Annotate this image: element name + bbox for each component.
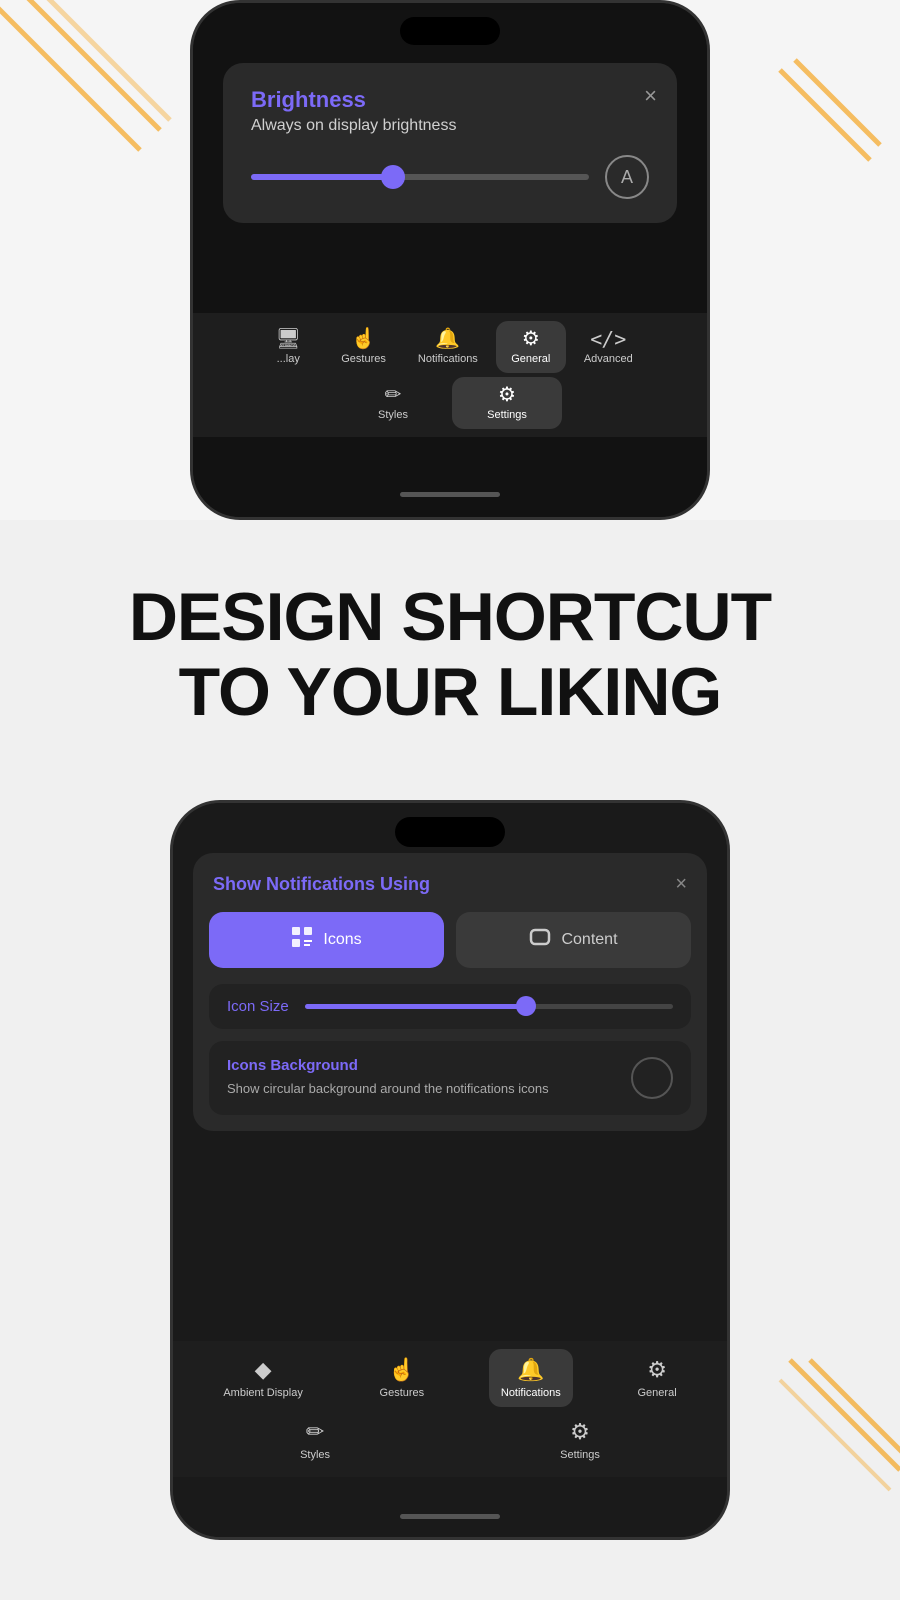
toggle-buttons-row: Icons Content — [193, 912, 707, 984]
icons-toggle-label: Icons — [323, 931, 361, 949]
content-toggle-label: Content — [561, 931, 617, 949]
general-icon: ⚙ — [522, 329, 540, 349]
btab-styles-icon: ✏ — [306, 1419, 324, 1445]
middle-section: DESIGN SHORTCUT TO YOUR LIKING — [0, 520, 900, 780]
icons-bg-left: Icons Background Show circular backgroun… — [227, 1057, 619, 1098]
brightness-dialog: Brightness Always on display brightness … — [223, 63, 677, 223]
btab-general-icon: ⚙ — [647, 1357, 667, 1383]
icon-size-label: Icon Size — [227, 998, 289, 1015]
brightness-title: Brightness — [251, 87, 649, 113]
tab-advanced[interactable]: </> Advanced — [570, 321, 647, 373]
icons-toggle-button[interactable]: Icons — [209, 912, 444, 968]
tab-row-2: ✏ Styles ⚙ Settings — [193, 373, 707, 433]
icons-bg-title: Icons Background — [227, 1057, 619, 1074]
advanced-icon: </> — [590, 329, 626, 349]
tab-display[interactable]: 🖥 ...lay — [253, 321, 323, 373]
brightness-slider-container: A — [251, 155, 649, 199]
btab-settings-icon: ⚙ — [570, 1419, 590, 1445]
icons-bg-description: Show circular background around the noti… — [227, 1080, 619, 1098]
icon-size-slider[interactable] — [305, 1004, 673, 1009]
ambient-display-label: Ambient Display — [223, 1387, 302, 1399]
icons-bg-toggle[interactable] — [631, 1057, 673, 1099]
styles-label: Styles — [378, 409, 408, 421]
icons-background-row: Icons Background Show circular backgroun… — [209, 1041, 691, 1115]
btab-notifications[interactable]: 🔔 Notifications — [489, 1349, 573, 1407]
btab-notifications-icon: 🔔 — [517, 1357, 544, 1383]
notification-dialog: Show Notifications Using × — [193, 853, 707, 1131]
brightness-close-button[interactable]: × — [644, 83, 657, 109]
display-label: ...lay — [277, 353, 300, 365]
bottom-section: Show Notifications Using × — [0, 780, 900, 1560]
notifications-label: Notifications — [418, 353, 478, 365]
headline-text: DESIGN SHORTCUT TO YOUR LIKING — [40, 580, 860, 730]
content-toggle-button[interactable]: Content — [456, 912, 691, 968]
bottom-tab-row-2: ✏ Styles ⚙ Settings — [173, 1407, 727, 1473]
phone-bottom-mockup: Show Notifications Using × — [170, 800, 730, 1540]
ambient-display-icon: ◆ — [255, 1357, 272, 1383]
brightness-slider-thumb[interactable] — [381, 165, 405, 189]
tab-gestures[interactable]: ☝ Gestures — [327, 321, 400, 373]
tab-row-1: 🖥 ...lay ☝ Gestures 🔔 Notifications ⚙ Ge… — [193, 321, 707, 373]
icons-toggle-icon — [291, 926, 313, 954]
icon-size-thumb[interactable] — [516, 996, 536, 1016]
auto-brightness-icon: A — [605, 155, 649, 199]
content-toggle-icon — [529, 926, 551, 954]
notif-header: Show Notifications Using × — [193, 853, 707, 912]
display-icon: 🖥 — [276, 329, 301, 349]
advanced-label: Advanced — [584, 353, 633, 365]
settings-label: Settings — [487, 409, 527, 421]
deco-lines-bottom-right — [780, 1360, 900, 1510]
bottom-tab-row-1: ◆ Ambient Display ☝ Gestures 🔔 Notificat… — [173, 1349, 727, 1407]
tab-bar-top: 🖥 ...lay ☝ Gestures 🔔 Notifications ⚙ Ge… — [193, 313, 707, 437]
general-label: General — [511, 353, 550, 365]
btab-gestures-icon: ☝ — [388, 1357, 415, 1383]
phone-top-mockup: Brightness Always on display brightness … — [190, 0, 710, 520]
btab-styles-label: Styles — [300, 1449, 330, 1461]
deco-lines-top-right — [780, 60, 880, 180]
tab-general[interactable]: ⚙ General — [496, 321, 566, 373]
gestures-label: Gestures — [341, 353, 386, 365]
brightness-subtitle: Always on display brightness — [251, 117, 649, 135]
settings-icon: ⚙ — [498, 385, 516, 405]
icon-size-fill — [305, 1004, 526, 1009]
btab-general-label: General — [638, 1387, 677, 1399]
dynamic-island-top — [400, 17, 500, 45]
top-section: Brightness Always on display brightness … — [0, 0, 900, 520]
notif-title: Show Notifications Using — [213, 874, 430, 895]
tab-styles[interactable]: ✏ Styles — [338, 377, 448, 429]
btab-notifications-label: Notifications — [501, 1387, 561, 1399]
tab-settings[interactable]: ⚙ Settings — [452, 377, 562, 429]
btab-gestures[interactable]: ☝ Gestures — [368, 1349, 437, 1407]
home-indicator-top — [400, 492, 500, 497]
bottom-tab-bar: ◆ Ambient Display ☝ Gestures 🔔 Notificat… — [173, 1341, 727, 1477]
btab-ambient-display[interactable]: ◆ Ambient Display — [211, 1349, 314, 1407]
deco-lines-top-left — [0, 0, 170, 180]
home-indicator-bottom — [400, 1514, 500, 1519]
brightness-slider-track[interactable] — [251, 174, 589, 180]
icon-size-row: Icon Size — [209, 984, 691, 1029]
gestures-icon: ☝ — [351, 329, 376, 349]
btab-gestures-label: Gestures — [380, 1387, 425, 1399]
dynamic-island-bottom — [395, 817, 505, 847]
btab-settings[interactable]: ⚙ Settings — [536, 1411, 624, 1469]
notif-close-button[interactable]: × — [675, 873, 687, 896]
btab-styles[interactable]: ✏ Styles — [276, 1411, 354, 1469]
notifications-icon: 🔔 — [435, 329, 460, 349]
styles-icon: ✏ — [385, 385, 402, 405]
btab-settings-label: Settings — [560, 1449, 600, 1461]
btab-general[interactable]: ⚙ General — [626, 1349, 689, 1407]
tab-notifications[interactable]: 🔔 Notifications — [404, 321, 492, 373]
brightness-slider-fill — [251, 174, 393, 180]
